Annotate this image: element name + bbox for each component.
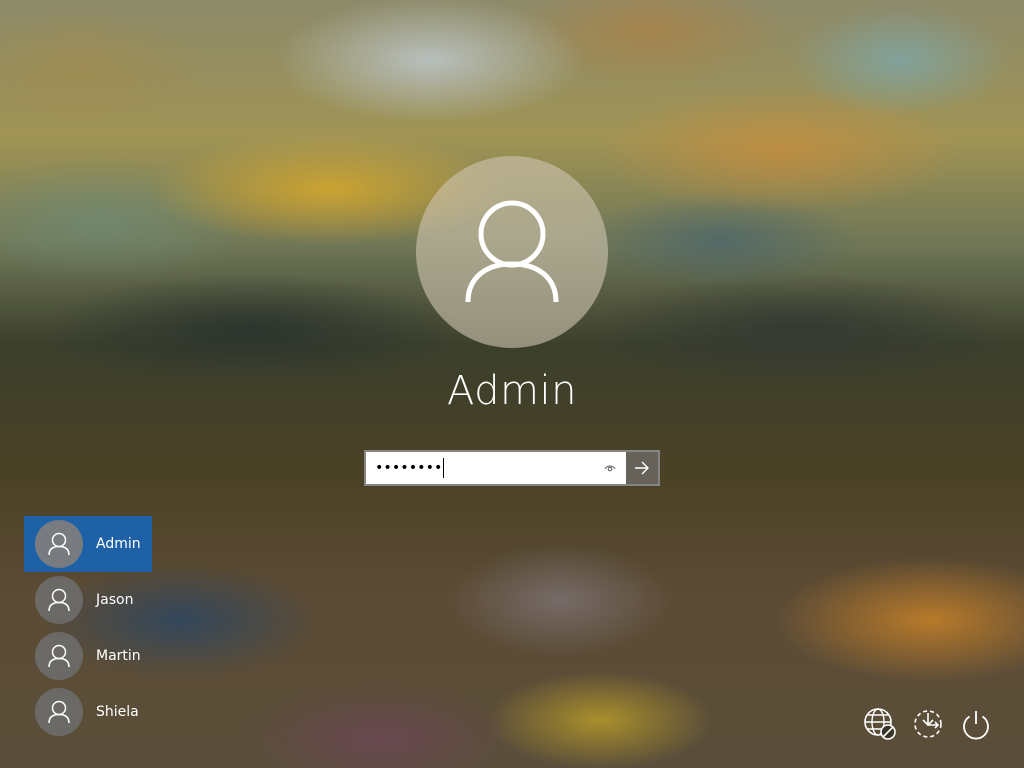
person-icon [48,588,70,612]
person-icon [48,700,70,724]
reveal-password-button[interactable] [602,460,618,476]
person-icon [48,532,70,556]
person-icon [465,200,559,303]
lock-screen: Admin •••••••• Admin Jason Martin Shiela [0,0,1024,768]
eye-icon [604,465,616,472]
password-masked-value: •••••••• [375,460,443,476]
power-button[interactable] [956,704,996,744]
user-item-label: Admin [96,536,141,552]
user-item-admin[interactable]: Admin [24,516,152,572]
network-disconnected-icon [864,708,896,740]
arrow-right-icon [635,461,649,475]
user-avatar [35,576,83,624]
current-user-name: Admin [447,368,577,414]
user-avatar [35,688,83,736]
ease-of-access-button[interactable] [908,704,948,744]
current-user-avatar [416,156,608,348]
password-field[interactable]: •••••••• [366,452,626,484]
submit-button[interactable] [626,452,658,484]
user-item-jason[interactable]: Jason [24,572,152,628]
user-item-martin[interactable]: Martin [24,628,152,684]
system-controls [860,704,1000,744]
user-list: Admin Jason Martin Shiela [24,516,152,740]
text-caret [443,458,445,478]
user-avatar [35,632,83,680]
power-icon [963,711,989,740]
network-button[interactable] [860,704,900,744]
user-item-label: Shiela [96,704,139,720]
ease-of-access-icon [914,710,942,738]
password-box: •••••••• [364,450,660,486]
user-avatar [35,520,83,568]
person-icon [48,644,70,668]
user-item-label: Jason [96,592,134,608]
user-item-label: Martin [96,648,141,664]
user-item-shiela[interactable]: Shiela [24,684,152,740]
